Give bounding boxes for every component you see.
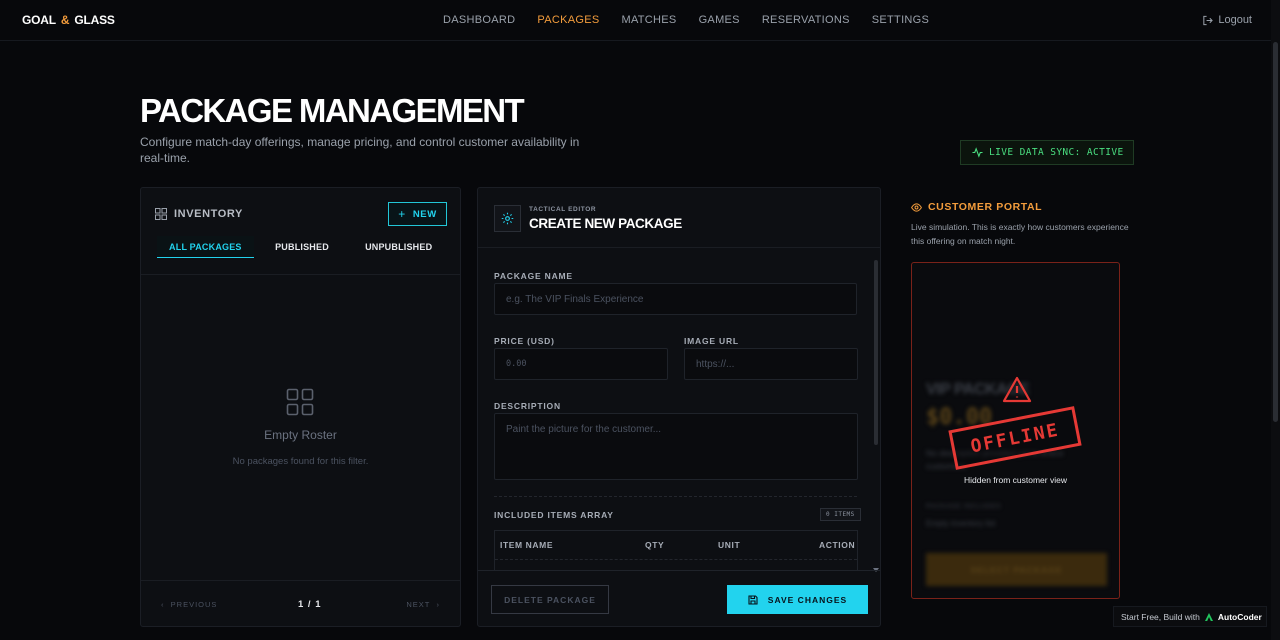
nav-games[interactable]: GAMES <box>699 14 740 26</box>
save-icon <box>748 594 758 605</box>
items-count-badge: 0 ITEMS <box>820 508 861 521</box>
nav-settings[interactable]: SETTINGS <box>872 14 929 26</box>
main-nav: DASHBOARD PACKAGES MATCHES GAMES RESERVA… <box>443 14 951 26</box>
page-scrollbar[interactable] <box>1271 0 1280 640</box>
editor-icon-box <box>494 205 521 232</box>
editor-kicker: TACTICAL EDITOR <box>529 206 597 213</box>
warning-icon <box>1002 376 1032 403</box>
inventory-pagination: ‹ PREVIOUS 1 / 1 NEXT › <box>141 580 460 627</box>
eye-icon <box>911 202 922 212</box>
logout-icon <box>1203 15 1214 25</box>
divider <box>141 274 460 275</box>
activity-icon <box>972 147 983 158</box>
preview-select-button: SELECT PACKAGE <box>926 553 1107 586</box>
plus-icon: + <box>398 207 406 221</box>
hidden-status-text: Hidden from customer view <box>964 475 1067 485</box>
editor-scrollbar[interactable] <box>873 258 879 572</box>
customer-portal-description: Live simulation. This is exactly how cus… <box>911 222 1129 246</box>
page-subtitle: Configure match-day offerings, manage pr… <box>140 135 580 165</box>
editor-scrollbar-thumb[interactable] <box>874 260 878 445</box>
price-input[interactable]: 0.00 <box>494 348 668 380</box>
logout-button[interactable]: Logout <box>1202 14 1252 26</box>
inventory-header: INVENTORY <box>155 208 243 220</box>
page-indicator: 1 / 1 <box>298 599 322 610</box>
description-textarea[interactable]: Paint the picture for the customer... <box>494 413 858 480</box>
section-divider <box>494 496 857 497</box>
tab-all-packages[interactable]: ALL PACKAGES <box>157 236 254 258</box>
column-item-name: ITEM NAME <box>500 540 554 550</box>
customer-portal-header: CUSTOMER PORTAL <box>911 201 1042 213</box>
items-array-label: INCLUDED ITEMS ARRAY <box>494 510 614 520</box>
page-title: PACKAGE MANAGEMENT <box>140 92 525 129</box>
page-scrollbar-thumb[interactable] <box>1273 42 1278 422</box>
editor-title: CREATE NEW PACKAGE <box>529 216 682 231</box>
package-name-label: PACKAGE NAME <box>494 271 573 281</box>
tab-published[interactable]: PUBLISHED <box>254 236 351 258</box>
inventory-tabs: ALL PACKAGES PUBLISHED UNPUBLISHED <box>157 236 447 258</box>
grid-icon <box>155 208 167 220</box>
column-action: ACTION <box>819 540 856 550</box>
nav-packages[interactable]: PACKAGES <box>537 14 599 26</box>
image-url-label: IMAGE URL <box>684 336 739 346</box>
nav-matches[interactable]: MATCHES <box>622 14 677 26</box>
empty-state-subtitle: No packages found for this filter. <box>232 456 369 467</box>
price-label: PRICE (USD) <box>494 336 555 346</box>
table-header-divider <box>495 559 857 560</box>
column-qty: QTY <box>645 540 665 550</box>
package-editor-panel: TACTICAL EDITOR CREATE NEW PACKAGE PACKA… <box>477 187 881 627</box>
column-unit: UNIT <box>718 540 741 550</box>
empty-grid-icon <box>286 388 314 416</box>
brand-logo[interactable]: GOAL & GLASS <box>22 13 115 27</box>
nav-reservations[interactable]: RESERVATIONS <box>762 14 850 26</box>
preview-includes-value: Empty inventory list <box>926 519 996 528</box>
gear-icon <box>501 212 514 225</box>
inventory-panel: INVENTORY + NEW ALL PACKAGES PUBLISHED U… <box>140 187 461 627</box>
delete-package-button[interactable]: DELETE PACKAGE <box>491 585 609 614</box>
description-label: DESCRIPTION <box>494 401 561 411</box>
previous-page-button[interactable]: ‹ PREVIOUS <box>161 600 217 609</box>
autocoder-logo-icon <box>1204 612 1213 621</box>
tab-unpublished[interactable]: UNPUBLISHED <box>350 236 447 258</box>
autocoder-badge[interactable]: Start Free, Build with AutoCoder <box>1113 606 1267 627</box>
preview-includes-label: PACKAGE INCLUDES <box>926 503 1002 510</box>
customer-preview-card: VIP PACKAGE $0.00 No description provide… <box>911 262 1120 599</box>
save-changes-button[interactable]: SAVE CHANGES <box>727 585 868 614</box>
nav-dashboard[interactable]: DASHBOARD <box>443 14 515 26</box>
package-name-input[interactable]: e.g. The VIP Finals Experience <box>494 283 857 315</box>
top-navbar: GOAL & GLASS DASHBOARD PACKAGES MATCHES GA… <box>0 0 1280 41</box>
live-sync-badge: LIVE DATA SYNC: ACTIVE <box>960 140 1134 165</box>
divider <box>478 247 880 248</box>
next-page-button[interactable]: NEXT › <box>406 600 440 609</box>
items-table: ITEM NAME QTY UNIT ACTION <box>494 530 858 570</box>
new-package-button[interactable]: + NEW <box>388 202 447 226</box>
empty-state-title: Empty Roster <box>264 428 337 442</box>
editor-footer: DELETE PACKAGE SAVE CHANGES <box>478 570 880 627</box>
image-url-input[interactable]: https://... <box>684 348 858 380</box>
